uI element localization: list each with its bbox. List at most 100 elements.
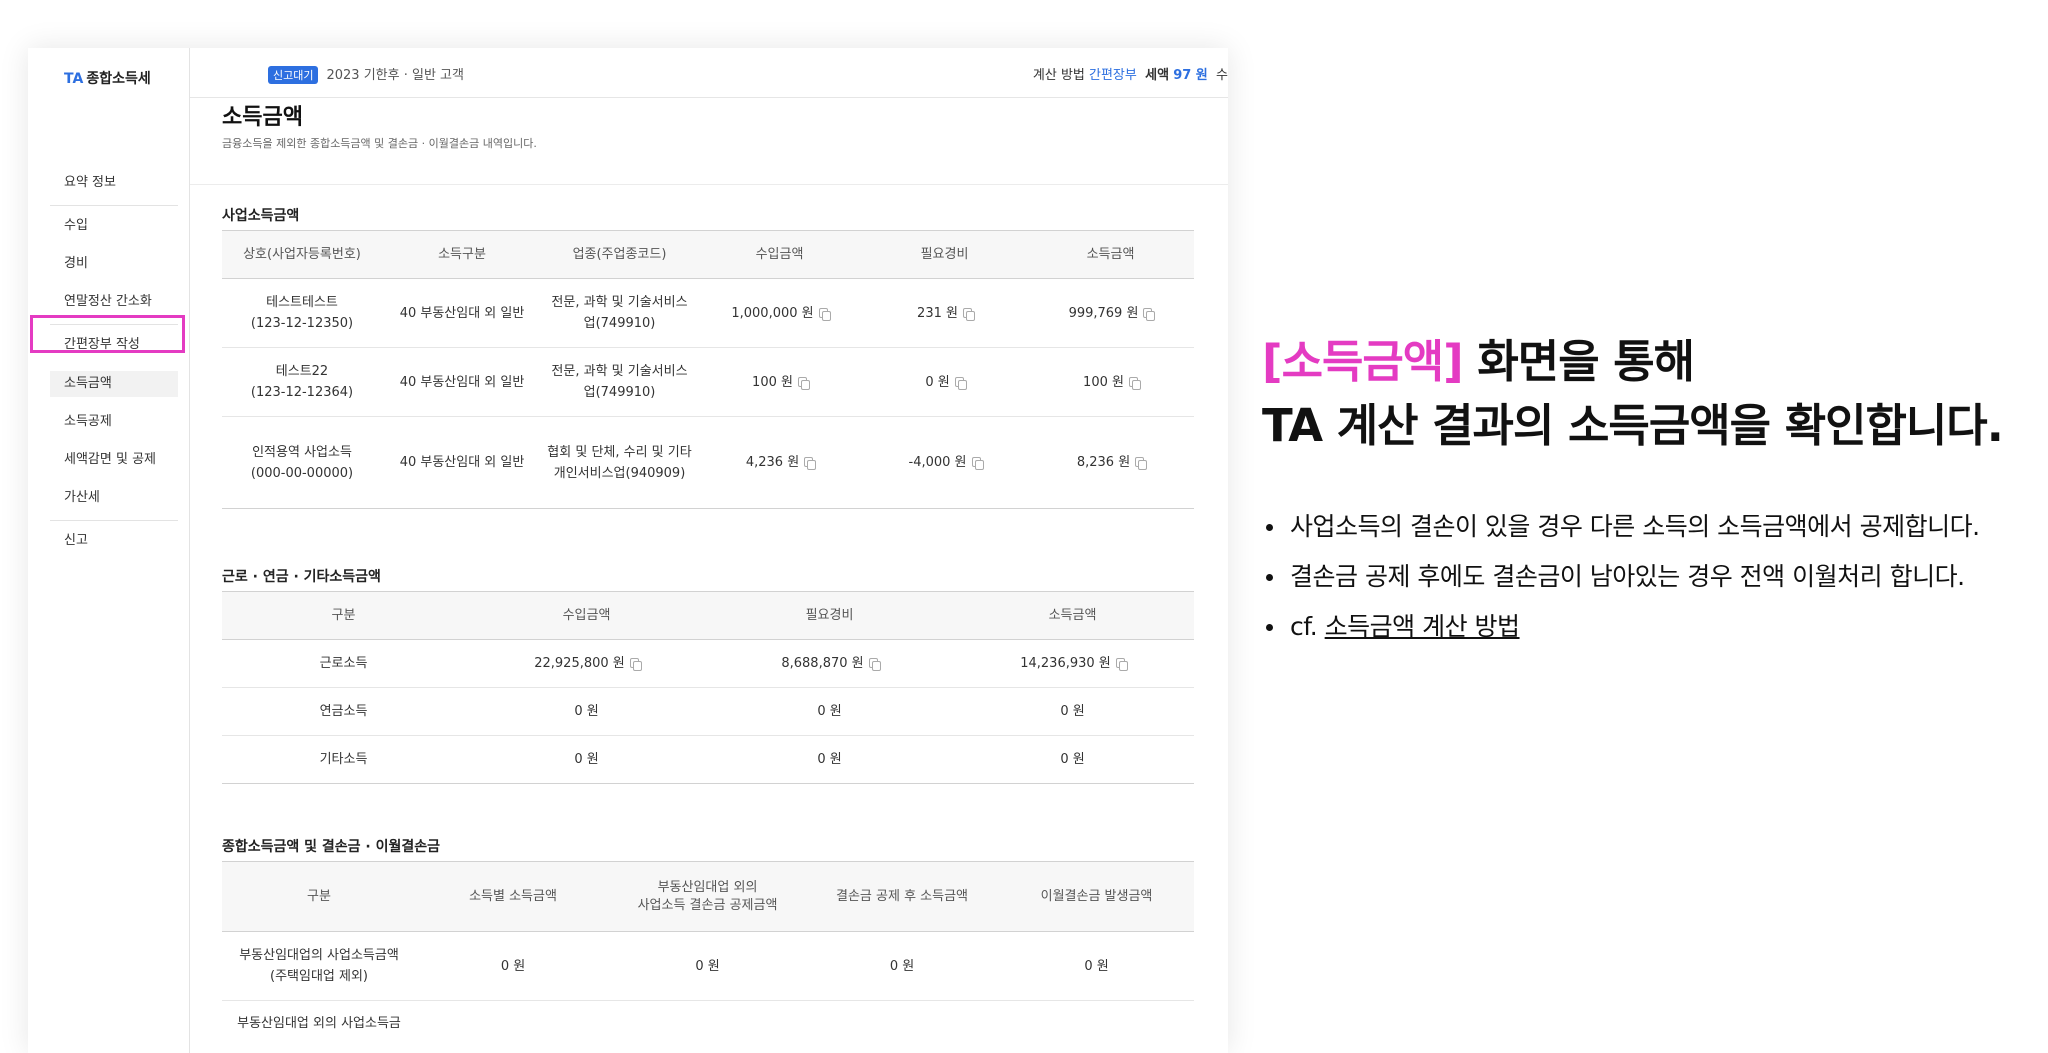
brand-title: 종합소득세 [86, 71, 151, 87]
title-divider [190, 184, 1228, 185]
table-row: 근로소득 22,925,800 원 8,688,870 원 14,236,930… [222, 639, 1194, 688]
income-cell: 999,769 원 [1027, 278, 1194, 348]
copy-icon[interactable] [629, 658, 642, 671]
sidebar-item-summary[interactable]: 요약 정보 [50, 170, 178, 196]
table-header-row: 구분 수입금액 필요경비 소득금액 [222, 591, 1194, 640]
copy-icon[interactable] [971, 457, 984, 470]
revenue-value: 100 원 [752, 374, 793, 390]
expense-cell: 0 원 [862, 347, 1027, 417]
sidebar: TA 종합소득세 요약 정보 수입 경비 연말정산 간소화 간편장부 작성 소득금… [28, 48, 190, 1053]
revenue-value: 0 원 [465, 687, 708, 736]
business-name-cell: 테스트22 (123-12-12364) [222, 347, 382, 417]
copy-icon[interactable] [797, 376, 810, 390]
topbar: 신고대기 2023 기한후 · 일반 고객 계산 방법 간편장부 세액 97 원 … [190, 48, 1228, 98]
column-header: 소득금액 [951, 591, 1194, 640]
copy-icon[interactable] [1128, 376, 1141, 390]
revenue-cell: 100 원 [697, 347, 862, 417]
headline-text: 화면을 통해 [1462, 335, 1695, 388]
revenue-value: 22,925,800 원 [534, 656, 625, 671]
tax-label: 세액 [1145, 68, 1170, 83]
sidebar-item-tax-credit[interactable]: 세액감면 및 공제 [50, 447, 178, 473]
income-after-deduction [805, 1000, 999, 1053]
income-value: 8,236 원 [1076, 455, 1131, 470]
income-type: 40 부동산임대 외 일반 [382, 278, 542, 348]
column-header: 필요경비 [708, 591, 951, 640]
expense-value: 8,688,870 원 [781, 656, 864, 671]
copy-icon[interactable] [804, 457, 817, 470]
expense-cell: 8,688,870 원 [708, 639, 951, 688]
app-window: TA 종합소득세 요약 정보 수입 경비 연말정산 간소화 간편장부 작성 소득금… [28, 48, 1228, 1053]
copy-icon[interactable] [868, 658, 881, 671]
highlight-box [30, 315, 185, 353]
income-by-type [416, 1000, 610, 1053]
main-content: 소득금액 금융소득을 제외한 종합소득금액 및 결손금 · 이월결손금 내역입니… [190, 99, 1228, 1053]
table-row: 부동산임대업 외의 사업소득금 [222, 1000, 1194, 1053]
copy-icon[interactable] [954, 376, 967, 390]
bullet-list: 사업소득의 결손이 있을 경우 다른 소득의 소득금액에서 공제합니다. 결손금… [1262, 510, 2042, 660]
expense-value: 0 원 [708, 687, 951, 736]
income-after-deduction: 0 원 [805, 931, 999, 1001]
nav-divider [50, 205, 178, 206]
section-title-labor: 근로 · 연금 · 기타소득금액 [222, 569, 381, 585]
copy-icon[interactable] [1135, 457, 1148, 470]
section-title-total: 종합소득금액 및 결손금 · 이월결손금 [222, 839, 441, 855]
income-value: 0 원 [951, 735, 1194, 784]
cf-prefix: cf. [1290, 612, 1318, 641]
column-header: 이월결손금 발생금액 [999, 861, 1194, 932]
brand-logo[interactable]: TA 종합소득세 [64, 68, 151, 88]
expense-value: -4,000 원 [908, 455, 967, 470]
status-badge: 신고대기 [268, 66, 319, 84]
nav-divider [50, 520, 178, 521]
column-header: 상호(사업자등록번호) [222, 230, 382, 279]
row-label-line: (주택임대업 제외) [270, 969, 368, 984]
copy-icon[interactable] [818, 307, 831, 321]
income-cell: 14,236,930 원 [951, 639, 1194, 688]
sidebar-item-expense[interactable]: 경비 [50, 251, 178, 277]
copy-icon[interactable] [962, 307, 975, 321]
headline-line-1: [소득금액] 화면을 통해 [1262, 330, 2003, 394]
business-name-cell: 테스트테스트 (123-12-12350) [222, 278, 382, 348]
column-header: 부동산임대업 외의 사업소득 결손금 공제금액 [610, 861, 805, 932]
row-label: 연금소득 [222, 687, 465, 736]
filing-info-text: 2023 기한후 · 일반 고객 [326, 68, 464, 83]
copy-icon[interactable] [1143, 307, 1156, 321]
expense-cell: -4,000 원 [862, 416, 1027, 509]
sidebar-item-revenue[interactable]: 수입 [50, 213, 178, 239]
income-value: 14,236,930 원 [1020, 656, 1111, 671]
column-header: 구분 [222, 591, 465, 640]
sidebar-item-income[interactable]: 소득금액 [50, 371, 178, 397]
business-name: 테스트테스트 [266, 295, 338, 310]
business-reg-number: (123-12-12350) [250, 316, 354, 331]
industry-code: 전문, 과학 및 기술서비스업(749910) [542, 278, 697, 348]
headline-highlight: [소득금액] [1262, 335, 1464, 388]
sidebar-item-penalty[interactable]: 가산세 [50, 485, 178, 511]
labor-income-table: 구분 수입금액 필요경비 소득금액 근로소득 22,925,800 원 8,68… [222, 591, 1194, 784]
loss-deduction: 0 원 [610, 931, 805, 1001]
business-income-table: 상호(사업자등록번호) 소득구분 업종(주업종코드) 수입금액 필요경비 소득금… [222, 230, 1194, 509]
business-reg-number: (123-12-12364) [250, 385, 354, 400]
sidebar-item-filing[interactable]: 신고 [50, 528, 178, 554]
page-title: 소득금액 [222, 105, 303, 130]
income-cell: 100 원 [1027, 347, 1194, 417]
business-reg-number: (000-00-00000) [250, 465, 354, 481]
calc-method-link[interactable]: 소득금액 계산 방법 [1325, 612, 1520, 641]
loss-deduction [610, 1000, 805, 1053]
table-header-row: 구분 소득별 소득금액 부동산임대업 외의 사업소득 결손금 공제금액 결손금 공… [222, 861, 1194, 932]
sidebar-item-year-end[interactable]: 연말정산 간소화 [50, 289, 178, 315]
row-label: 부동산임대업의 사업소득금액 (주택임대업 제외) [222, 931, 416, 1001]
column-header-line: 사업소득 결손금 공제금액 [637, 897, 778, 913]
column-header: 업종(주업종코드) [542, 230, 697, 279]
column-header: 결손금 공제 후 소득금액 [805, 861, 999, 932]
revenue-value: 1,000,000 원 [731, 305, 814, 321]
sidebar-item-deduction[interactable]: 소득공제 [50, 409, 178, 435]
carryover-loss [999, 1000, 1194, 1053]
revenue-cell: 4,236 원 [697, 416, 862, 509]
business-name: 테스트22 [275, 364, 329, 379]
income-by-type: 0 원 [416, 931, 610, 1001]
table-row: 연금소득 0 원 0 원 0 원 [222, 687, 1194, 736]
table-row: 기타소득 0 원 0 원 0 원 [222, 735, 1194, 784]
income-cell: 8,236 원 [1027, 416, 1194, 509]
method-value[interactable]: 간편장부 [1089, 68, 1137, 83]
copy-icon[interactable] [1115, 658, 1128, 671]
table-row: 인적용역 사업소득 (000-00-00000) 40 부동산임대 외 일반 협회… [222, 416, 1194, 509]
